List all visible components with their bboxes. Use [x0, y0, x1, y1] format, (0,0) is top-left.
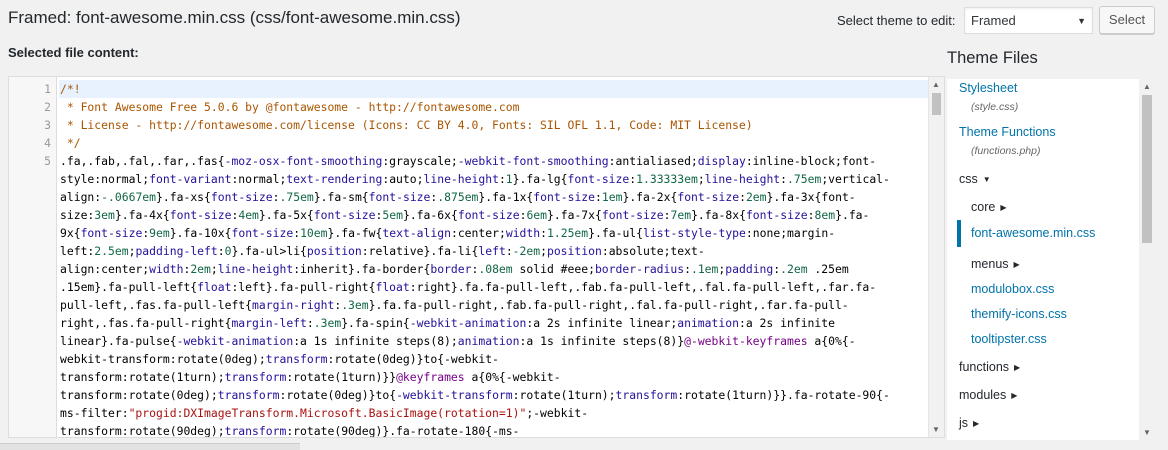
code-line[interactable]: ms-filter:"progid:DXImageTransform.Micro…: [59, 404, 929, 422]
file-stylesheet[interactable]: Stylesheet: [959, 81, 1017, 95]
code-line[interactable]: */: [59, 134, 929, 152]
theme-select-label: Select theme to edit:: [837, 13, 956, 28]
editor-scrollbar-thumb[interactable]: [932, 93, 941, 115]
scroll-up-icon[interactable]: ▲: [932, 80, 940, 89]
line-number: 2: [44, 100, 51, 114]
file-font-awesome-active[interactable]: font-awesome.min.css: [971, 226, 1095, 240]
files-scrollbar-thumb[interactable]: [1142, 95, 1152, 243]
scroll-up-icon[interactable]: ▲: [1143, 82, 1151, 91]
triangle-right-icon: ▶: [973, 419, 980, 428]
folder-menus[interactable]: menus ▶: [971, 257, 1020, 271]
line-number: 4: [44, 136, 51, 150]
scroll-down-icon[interactable]: ▼: [932, 425, 940, 434]
code-line[interactable]: * Font Awesome Free 5.0.6 by @fontawesom…: [59, 98, 929, 116]
line-number-gutter: 1 2 3 4 5: [9, 77, 57, 437]
code-line[interactable]: transform:rotate(1turn);transform:rotate…: [59, 368, 929, 386]
code-line[interactable]: right,.fas.fa-pull-right{margin-left:.3e…: [59, 314, 929, 332]
code-editor[interactable]: 1 2 3 4 5 /*! * Font Awesome Free 5.0.6 …: [8, 76, 945, 438]
file-themify-icons[interactable]: themify-icons.css: [971, 307, 1067, 321]
triangle-right-icon: ▶: [1011, 391, 1018, 400]
file-modulobox[interactable]: modulobox.css: [971, 282, 1054, 296]
code-line[interactable]: * License - http://fontawesome.com/licen…: [59, 116, 929, 134]
chevron-down-icon: ▼: [1077, 16, 1086, 26]
scroll-down-icon[interactable]: ▼: [1143, 428, 1151, 437]
folder-functions[interactable]: functions ▶: [959, 360, 1020, 374]
page-title: Framed: font-awesome.min.css (css/font-a…: [8, 8, 461, 27]
triangle-right-icon: ▶: [1013, 260, 1020, 269]
code-line[interactable]: style:normal;font-variant:normal;text-re…: [59, 170, 929, 188]
folder-js[interactable]: js ▶: [959, 416, 979, 430]
code-line[interactable]: webkit-transform:rotate(0deg);transform:…: [59, 350, 929, 368]
code-content[interactable]: /*! * Font Awesome Free 5.0.6 by @fontaw…: [59, 80, 929, 437]
folder-modules-label: modules: [959, 388, 1007, 402]
file-tooltipster[interactable]: tooltipster.css: [971, 332, 1047, 346]
triangle-down-icon: ▼: [982, 175, 991, 184]
code-line[interactable]: size:3em}.fa-4x{font-size:4em}.fa-5x{fon…: [59, 206, 929, 224]
code-line[interactable]: align:center;width:2em;line-height:inher…: [59, 260, 929, 278]
triangle-right-icon: ▶: [1000, 203, 1007, 212]
code-line[interactable]: /*!: [59, 80, 929, 98]
select-theme-button[interactable]: Select: [1099, 6, 1155, 34]
line-number: 5: [44, 154, 51, 168]
theme-files-heading: Theme Files: [947, 49, 1038, 67]
theme-select[interactable]: Framed ▼: [964, 7, 1093, 34]
folder-menus-label: menus: [971, 257, 1009, 271]
code-line[interactable]: linear}.fa-pulse{-webkit-animation:a 1s …: [59, 332, 929, 350]
editor-scrollbar[interactable]: ▲ ▼: [928, 77, 944, 437]
line-number: 3: [44, 118, 51, 132]
code-line[interactable]: left:2.5em;padding-left:0}.fa-ul>li{posi…: [59, 242, 929, 260]
code-line[interactable]: transform:rotate(0deg);transform:rotate(…: [59, 386, 929, 404]
file-stylesheet-path: (style.css): [971, 101, 1019, 113]
folder-css[interactable]: css ▼: [959, 172, 991, 186]
code-line[interactable]: .fa,.fab,.fal,.far,.fas{-moz-osx-font-sm…: [59, 152, 929, 170]
folder-js-label: js: [959, 416, 969, 430]
files-scrollbar[interactable]: ▲ ▼: [1139, 79, 1155, 440]
active-file-indicator: [957, 220, 961, 247]
code-line[interactable]: transform:rotate(90deg);transform:rotate…: [59, 422, 929, 437]
folder-core[interactable]: core ▶: [971, 200, 1006, 214]
file-functions[interactable]: Theme Functions: [959, 125, 1056, 139]
code-line[interactable]: pull-left,.fas.fa-pull-left{margin-right…: [59, 296, 929, 314]
folder-functions-label: functions: [959, 360, 1010, 374]
triangle-right-icon: ▶: [1014, 363, 1021, 372]
folder-css-label: css: [959, 172, 978, 186]
code-line[interactable]: align:-.0667em}.fa-xs{font-size:.75em}.f…: [59, 188, 929, 206]
horizontal-scrollbar[interactable]: [0, 443, 300, 450]
file-functions-path: (functions.php): [971, 145, 1041, 157]
code-line[interactable]: .15em}.fa-pull-left{float:left}.fa-pull-…: [59, 278, 929, 296]
folder-modules[interactable]: modules ▶: [959, 388, 1017, 402]
theme-files-list: Stylesheet (style.css) Theme Functions (…: [947, 79, 1155, 440]
line-number: 1: [44, 82, 51, 96]
code-line[interactable]: 9x{font-size:9em}.fa-10x{font-size:10em}…: [59, 224, 929, 242]
folder-core-label: core: [971, 200, 996, 214]
selected-file-label: Selected file content:: [8, 45, 139, 60]
theme-select-value: Framed: [971, 13, 1016, 28]
